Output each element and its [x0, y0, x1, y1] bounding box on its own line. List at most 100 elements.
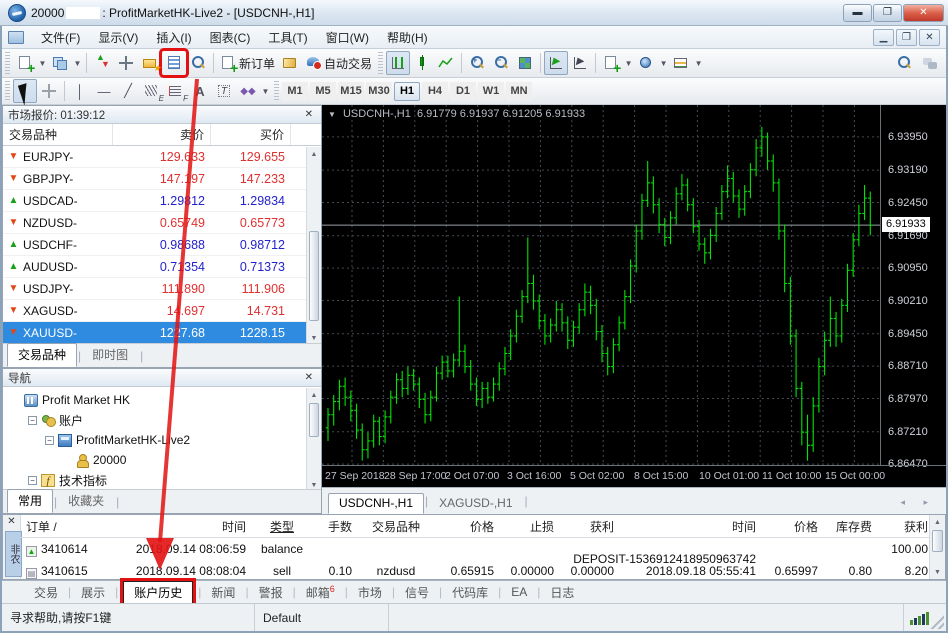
terminal-tab-信号[interactable]: 信号	[395, 582, 439, 603]
tree-expander-icon[interactable]: −	[45, 436, 54, 445]
chart-time-axis[interactable]: 27 Sep 201828 Sep 17:002 Oct 07:003 Oct …	[322, 465, 946, 487]
tree-item[interactable]: −账户	[3, 410, 321, 430]
templates-button[interactable]	[669, 51, 693, 75]
terminal-toggle-button[interactable]	[162, 51, 186, 75]
market-row[interactable]: ▼USDJPY-111.890111.906	[3, 278, 321, 300]
menu-item[interactable]: 文件(F)	[32, 26, 89, 49]
templates-dropdown[interactable]: ▼	[693, 51, 704, 75]
market-watch-toggle-button[interactable]	[90, 51, 114, 75]
terminal-tab-警报[interactable]: 警报	[249, 582, 293, 603]
restore-button[interactable]: ❐	[873, 4, 902, 22]
navigator-scrollbar[interactable]: ▲ ▼	[306, 388, 321, 492]
close-button[interactable]: ✕	[903, 4, 944, 22]
tree-item[interactable]: −ProfitMarketHK-Live2	[3, 430, 321, 450]
indicators-dropdown[interactable]: ▼	[623, 51, 634, 75]
chart-tab[interactable]: USDCNH-,H1	[328, 493, 424, 514]
search-icon[interactable]	[896, 55, 912, 71]
channel-tool-button[interactable]: E	[140, 79, 164, 103]
cursor-tool-button[interactable]	[13, 79, 37, 103]
terminal-column-header[interactable]: 获利	[877, 518, 933, 535]
terminal-tab-交易[interactable]: 交易	[24, 582, 68, 603]
timeframe-m5-button[interactable]: M5	[310, 82, 336, 101]
terminal-column-header[interactable]: 类型	[251, 518, 313, 535]
toolbar-grip[interactable]	[5, 52, 10, 74]
crosshair-tool-button[interactable]	[37, 79, 61, 103]
menu-item[interactable]: 帮助(H)	[378, 26, 437, 49]
terminal-row[interactable]: ▤34106152018.09.14 08:08:04sell0.10nzdus…	[21, 560, 929, 580]
scroll-thumb[interactable]	[309, 231, 319, 321]
minimize-button[interactable]: ▬	[843, 4, 872, 22]
indicators-button[interactable]	[599, 51, 623, 75]
timeframe-m30-button[interactable]: M30	[366, 82, 392, 101]
trendline-tool-button[interactable]: ╱	[116, 79, 140, 103]
market-row[interactable]: ▲AUDUSD-0.713540.71373	[3, 256, 321, 278]
data-window-button[interactable]	[114, 51, 138, 75]
zoom-out-button[interactable]: −	[489, 51, 513, 75]
tile-windows-button[interactable]	[513, 51, 537, 75]
market-watch-tab[interactable]: 即时图	[81, 343, 139, 367]
arrows-tool-dropdown[interactable]: ▼	[260, 79, 271, 103]
timeframe-m15-button[interactable]: M15	[338, 82, 364, 101]
child-close-button[interactable]: ✕	[919, 29, 940, 46]
market-row[interactable]: ▼GBPJPY-147.197147.233	[3, 168, 321, 190]
metaeditor-button[interactable]	[278, 51, 302, 75]
toolbar-grip[interactable]	[378, 52, 383, 74]
market-row[interactable]: ▼EURJPY-129.633129.655	[3, 146, 321, 168]
new-chart-button[interactable]	[13, 51, 37, 75]
text-label-tool-button[interactable]: T	[212, 79, 236, 103]
terminal-tab-日志[interactable]: 日志	[540, 582, 584, 603]
terminal-tab-EA[interactable]: EA	[501, 583, 537, 601]
market-row[interactable]: ▼XAUUSD-1227.681228.15	[3, 322, 321, 344]
terminal-column-header[interactable]: 价格	[435, 518, 499, 535]
navigator-toggle-button[interactable]	[138, 51, 162, 75]
chart-shift-button[interactable]	[568, 51, 592, 75]
chart-tab-scroll-arrows[interactable]: ◂ ▸	[890, 497, 946, 514]
chart-window-icon[interactable]	[8, 31, 24, 44]
terminal-tab-展示[interactable]: 展示	[71, 582, 115, 603]
profiles-dropdown[interactable]: ▼	[72, 51, 83, 75]
scroll-up-icon[interactable]: ▲	[307, 147, 321, 161]
terminal-tab-邮箱[interactable]: 邮箱6	[296, 582, 345, 603]
periods-button[interactable]	[634, 51, 658, 75]
terminal-tab-代码库[interactable]: 代码库	[442, 582, 498, 603]
menu-item[interactable]: 窗口(W)	[317, 26, 378, 49]
terminal-column-header[interactable]: 获利	[559, 518, 619, 535]
tree-item[interactable]: 20000	[3, 450, 321, 470]
tree-item[interactable]: Profit Market HK	[3, 390, 321, 410]
menu-item[interactable]: 工具(T)	[259, 26, 316, 49]
zoom-in-button[interactable]: +	[465, 51, 489, 75]
navigator-tab[interactable]: 收藏夹	[57, 489, 115, 513]
status-profile[interactable]: Default	[255, 604, 389, 631]
terminal-column-header[interactable]: 止损	[499, 518, 559, 535]
timeframe-mn-button[interactable]: MN	[506, 82, 532, 101]
chevron-down-icon[interactable]: ▼	[328, 110, 336, 119]
tree-item[interactable]: −f技术指标	[3, 470, 321, 490]
terminal-column-header[interactable]: 时间	[619, 518, 761, 535]
strategy-tester-button[interactable]	[186, 51, 210, 75]
terminal-column-header[interactable]: 手数	[313, 518, 357, 535]
terminal-side-banner[interactable]: 非农	[5, 531, 22, 577]
terminal-tab-市场[interactable]: 市场	[348, 582, 392, 603]
scroll-thumb[interactable]	[932, 530, 943, 552]
terminal-tab-新闻[interactable]: 新闻	[201, 582, 245, 603]
periods-dropdown[interactable]: ▼	[658, 51, 669, 75]
auto-scroll-button[interactable]	[544, 51, 568, 75]
market-row[interactable]: ▲USDCHF-0.986880.98712	[3, 234, 321, 256]
terminal-column-header[interactable]: 价格	[761, 518, 823, 535]
navigator-close-icon[interactable]: ✕	[302, 372, 316, 383]
toolbar-grip[interactable]	[274, 81, 279, 102]
scroll-up-icon[interactable]: ▲	[307, 388, 321, 402]
profiles-button[interactable]	[48, 51, 72, 75]
terminal-scrollbar[interactable]: ▲ ▼	[929, 515, 945, 579]
vertical-line-tool-button[interactable]: │	[68, 79, 92, 103]
market-row[interactable]: ▲USDCAD-1.298121.29834	[3, 190, 321, 212]
line-chart-button[interactable]	[434, 51, 458, 75]
text-tool-button[interactable]: A	[188, 79, 212, 103]
chart-tab[interactable]: XAGUSD-,H1	[428, 493, 523, 514]
terminal-column-header[interactable]: 交易品种	[357, 518, 435, 535]
menu-item[interactable]: 图表(C)	[201, 26, 260, 49]
timeframe-h1-button[interactable]: H1	[394, 82, 420, 101]
tree-expander-icon[interactable]: −	[28, 416, 37, 425]
new-chart-dropdown[interactable]: ▼	[37, 51, 48, 75]
terminal-column-header[interactable]: 订单 /	[21, 518, 117, 535]
